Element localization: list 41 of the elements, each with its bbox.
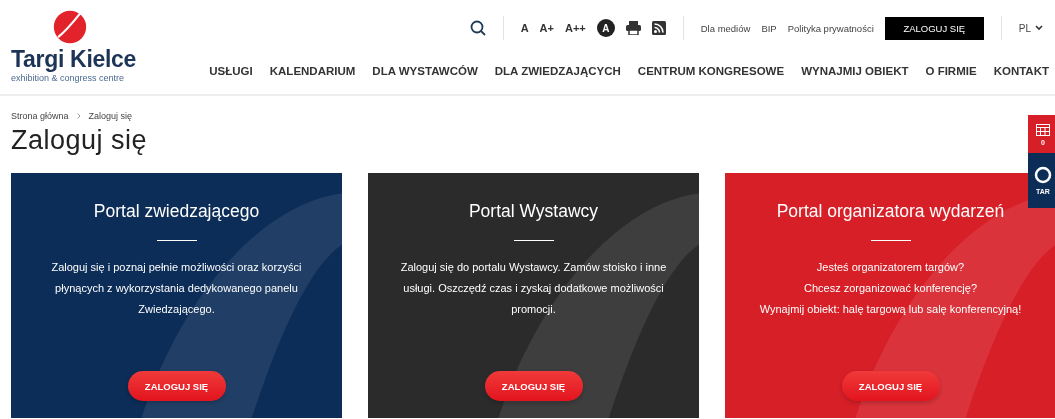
- breadcrumb-link[interactable]: Strona główna: [11, 111, 69, 121]
- card-title: Portal Wystawcy: [468, 201, 599, 222]
- ring-icon: [1034, 166, 1052, 184]
- card-title: Portal zwiedzającego: [93, 201, 260, 222]
- font-size-button[interactable]: A: [520, 22, 529, 34]
- nav-link[interactable]: USŁUGI: [209, 65, 253, 77]
- font-size-button[interactable]: A+: [539, 22, 554, 34]
- chevron-down-icon: [1035, 25, 1043, 31]
- login-button[interactable]: ZALOGUJ SIĘ: [484, 371, 583, 401]
- logo-tagline: exhibition & congress centre: [11, 73, 125, 83]
- card-text: Zaloguj się do portalu Wystawcy. Zamów stoisko i inne usługi. Oszczędź czas i zyskaj dodatkowe możliwości promocji.: [399, 260, 668, 317]
- top-link[interactable]: Polityka prywatności: [787, 22, 874, 34]
- page-title: Zaloguj się: [11, 125, 148, 156]
- card-text: Wynajmij obiekt: halę targową lub salę konferencyjną!: [759, 302, 1022, 317]
- nav-link[interactable]: O FIRMIE: [925, 65, 977, 77]
- card-text: Zaloguj się i poznaj pełnie możliwości oraz korzyści płynących z wykorzystania dedykowanego panelu Zwiedzającego.: [50, 260, 303, 317]
- login-button[interactable]: ZALOGUJ SIĘ: [884, 16, 984, 40]
- nav-link[interactable]: KALENDARIUM: [269, 65, 356, 77]
- contrast-button[interactable]: A: [596, 19, 615, 37]
- login-button[interactable]: ZALOGUJ SIĘ: [127, 371, 226, 401]
- rss-icon[interactable]: [651, 21, 666, 35]
- top-link[interactable]: Dla mediów: [700, 22, 751, 34]
- logo-name[interactable]: Targi Kielce: [11, 46, 137, 73]
- nav-link[interactable]: DLA ZWIEDZAJĄCYCH: [494, 65, 621, 77]
- logo-ball-icon: [53, 10, 87, 44]
- breadcrumb-link[interactable]: Zaloguj się: [88, 111, 133, 121]
- nav-link[interactable]: WYNAJMIJ OBIEKT: [801, 65, 909, 77]
- print-icon[interactable]: [625, 21, 641, 35]
- login-button[interactable]: ZALOGUJ SIĘ: [841, 371, 940, 401]
- nav-link[interactable]: KONTAKT: [993, 65, 1049, 77]
- card-title: Portal organizatora wydarzeń: [776, 201, 1005, 222]
- top-link[interactable]: BIP: [761, 22, 777, 34]
- language-selector[interactable]: PL: [1018, 22, 1043, 34]
- card-text: Chcesz zorganizować konferencję?: [803, 281, 977, 296]
- card-text: Jesteś organizatorem targów?: [816, 260, 965, 275]
- search-icon[interactable]: [469, 20, 486, 36]
- nav-link[interactable]: CENTRUM KONGRESOWE: [637, 65, 785, 77]
- chevron-right-icon: [76, 113, 81, 119]
- nav-link[interactable]: DLA WYSTAWCÓW: [372, 65, 478, 77]
- font-size-button[interactable]: A++: [564, 22, 586, 34]
- calendar-icon: [1036, 122, 1050, 136]
